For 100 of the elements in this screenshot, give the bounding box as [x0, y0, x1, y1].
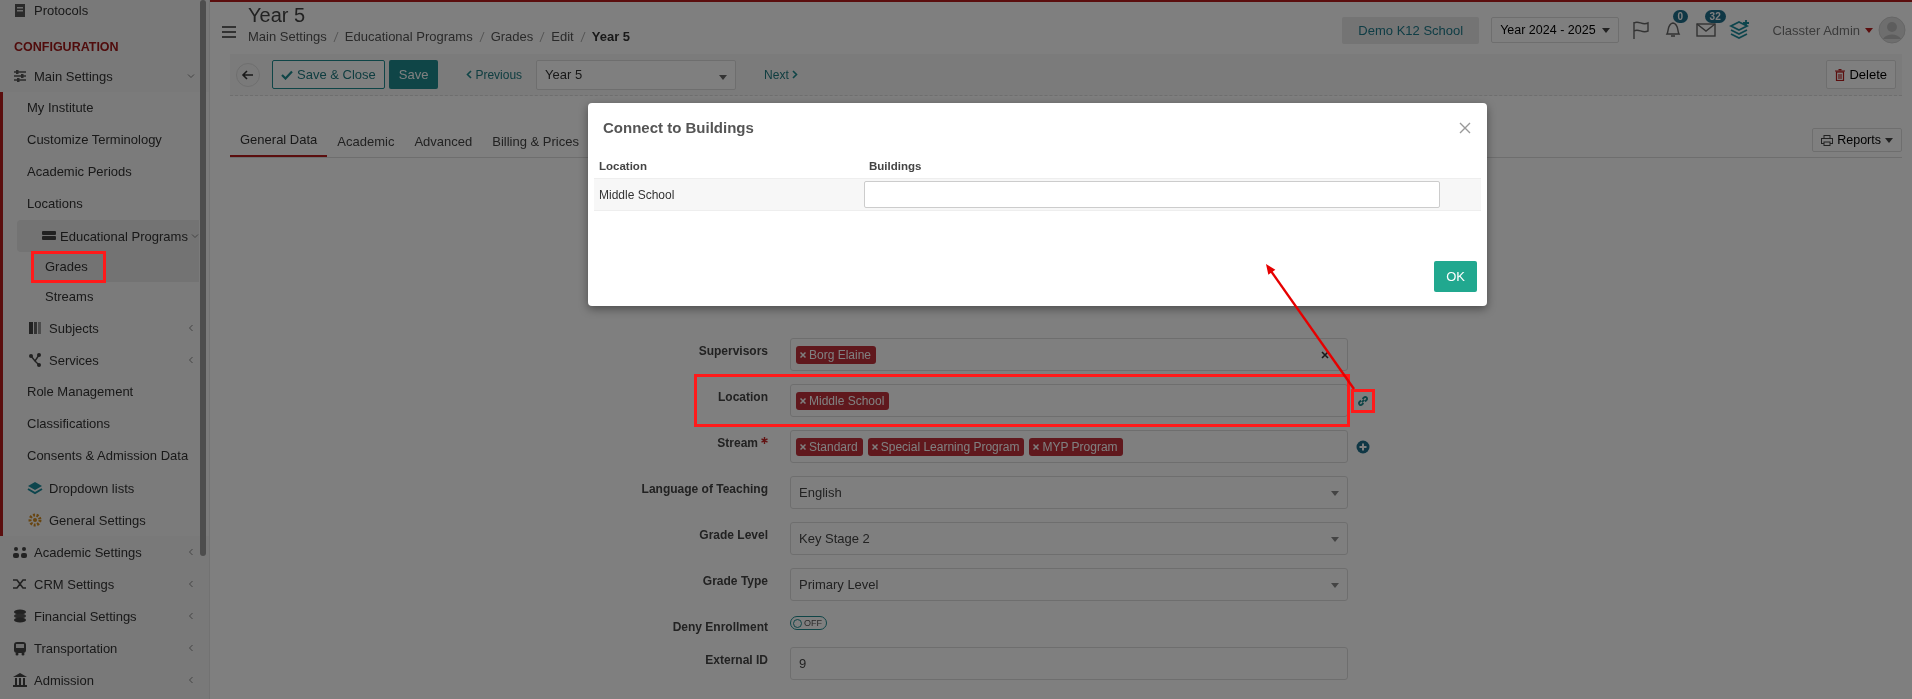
- layers-plus-icon[interactable]: [1728, 20, 1751, 40]
- select-field[interactable]: Primary Level: [790, 568, 1348, 601]
- layers-icon: [27, 480, 43, 496]
- year-dropdown[interactable]: Year 2024 - 2025: [1491, 17, 1619, 43]
- sidebar-item[interactable]: Streams: [3, 282, 209, 312]
- avatar-icon: [1878, 16, 1906, 44]
- sidebar-item[interactable]: Transportation: [0, 632, 209, 664]
- ok-button[interactable]: OK: [1434, 261, 1477, 292]
- school-button[interactable]: Demo K12 School: [1342, 16, 1480, 44]
- sidebar-item[interactable]: Educational Programs: [17, 220, 199, 252]
- chevron-left-icon: [187, 548, 195, 556]
- tag-chip[interactable]: Middle School: [796, 391, 890, 410]
- sidebar-item[interactable]: Academic Periods: [3, 156, 209, 188]
- sidebar-item[interactable]: General Settings: [3, 504, 209, 536]
- required-asterisk-icon: [761, 437, 768, 444]
- slash-icon: [539, 30, 546, 43]
- buildings-input-field[interactable]: [864, 181, 1440, 208]
- next-button[interactable]: Next: [758, 66, 804, 83]
- flag-icon[interactable]: [1630, 20, 1651, 40]
- tag-chip[interactable]: MYP Program: [1029, 437, 1123, 456]
- link-icon[interactable]: [1356, 394, 1370, 408]
- notification-count: 0: [1672, 9, 1689, 23]
- tab[interactable]: Academic: [327, 134, 405, 157]
- nodes-icon: [27, 352, 43, 368]
- previous-button[interactable]: Previous: [460, 66, 529, 83]
- toggle-switch[interactable]: OFF: [790, 616, 827, 630]
- sidebar-item[interactable]: Admission: [0, 664, 209, 696]
- tag-input-field[interactable]: Borg Elaine: [790, 338, 1348, 371]
- sidebar-item[interactable]: My Institute: [3, 92, 209, 124]
- sidebar-item[interactable]: CRM Settings: [0, 568, 209, 600]
- sidebar-item[interactable]: Locations: [3, 188, 209, 220]
- tab[interactable]: Advanced: [404, 134, 483, 157]
- page-title: Year 5: [248, 4, 307, 27]
- tag-chip[interactable]: Special Learning Program: [867, 437, 1025, 456]
- field-label: Location: [718, 390, 768, 404]
- select-value: Key Stage 2: [799, 531, 870, 546]
- field-label: Grade Level: [699, 528, 768, 542]
- sidebar-item[interactable]: Subjects: [3, 312, 209, 344]
- slash-icon: [332, 30, 339, 43]
- tag-chip[interactable]: Standard: [796, 437, 863, 456]
- reports-button[interactable]: Reports: [1812, 128, 1902, 152]
- save-button[interactable]: Save: [388, 60, 439, 89]
- select-field[interactable]: English: [790, 476, 1348, 509]
- scrollbar[interactable]: [200, 0, 206, 556]
- caret-icon: [719, 74, 728, 80]
- user-name[interactable]: Classter Admin: [1772, 22, 1860, 38]
- chevron-left-icon: [187, 356, 195, 364]
- field-label: External ID: [705, 653, 768, 667]
- slash-icon: [478, 30, 485, 43]
- remove-icon: [800, 397, 806, 404]
- chevron-left-icon: [187, 676, 195, 684]
- add-circle-icon[interactable]: [1356, 440, 1370, 454]
- slash-icon: [579, 30, 586, 43]
- delete-button[interactable]: Delete: [1826, 60, 1896, 89]
- sidebar-item[interactable]: Customize Terminology: [3, 124, 209, 156]
- text-input[interactable]: 9: [790, 647, 1348, 680]
- sidebar-item[interactable]: Grades: [31, 252, 199, 282]
- tab[interactable]: General Data: [230, 132, 328, 157]
- column-header: Location: [598, 160, 648, 172]
- check-icon: [281, 69, 293, 80]
- clear-icon[interactable]: [1321, 351, 1329, 359]
- sidebar-item[interactable]: Consents & Admission Data: [3, 440, 209, 472]
- tab[interactable]: Billing & Prices: [482, 134, 589, 157]
- remove-icon: [800, 351, 806, 358]
- printer-icon: [1821, 134, 1834, 146]
- record-dropdown[interactable]: Year 5: [536, 59, 737, 90]
- chevron-down-icon: [190, 232, 199, 240]
- sidebar-item[interactable]: Dropdown lists: [3, 472, 209, 504]
- chevron-down-icon: [187, 72, 195, 80]
- sidebar-item[interactable]: Services: [3, 344, 209, 376]
- dialog-title: Connect to Buildings: [603, 119, 754, 136]
- breadcrumb-item[interactable]: Main Settings: [248, 29, 327, 44]
- bus-icon: [12, 640, 28, 656]
- remove-icon: [1033, 443, 1040, 450]
- tag-input-field[interactable]: Middle School: [790, 384, 1348, 417]
- shuffle-icon: [12, 576, 28, 592]
- field-label: Deny Enrollment: [672, 620, 768, 634]
- chevron-right-icon: [791, 70, 798, 79]
- close-icon[interactable]: [1459, 121, 1471, 134]
- save-close-button[interactable]: Save & Close: [272, 60, 385, 89]
- sidebar-item[interactable]: Classifications: [3, 408, 209, 440]
- caret-icon: [1601, 27, 1610, 33]
- breadcrumb-item[interactable]: Educational Programs: [344, 29, 473, 44]
- breadcrumb-item[interactable]: Grades: [490, 29, 534, 44]
- select-value: Primary Level: [799, 577, 879, 592]
- tag-chip[interactable]: Borg Elaine: [796, 345, 877, 364]
- breadcrumb-item[interactable]: Edit: [551, 29, 574, 44]
- chevron-left-icon: [187, 612, 195, 620]
- sidebar-item[interactable]: Role Management: [3, 376, 209, 408]
- remove-icon: [800, 443, 806, 450]
- tag-input-field[interactable]: Standard Special Learning Program MYP Program: [790, 430, 1348, 463]
- caret-icon: [1885, 137, 1893, 143]
- section-heading: CONFIGURATION: [13, 39, 120, 56]
- user-menu[interactable]: Classter Admin: [1772, 16, 1906, 44]
- menu-icon[interactable]: [222, 26, 236, 38]
- trash-icon: [1835, 68, 1846, 81]
- select-field[interactable]: Key Stage 2: [790, 522, 1348, 555]
- books-icon: [27, 320, 43, 336]
- sidebar-item[interactable]: Financial Settings: [0, 600, 209, 632]
- caret-icon: [1331, 491, 1339, 496]
